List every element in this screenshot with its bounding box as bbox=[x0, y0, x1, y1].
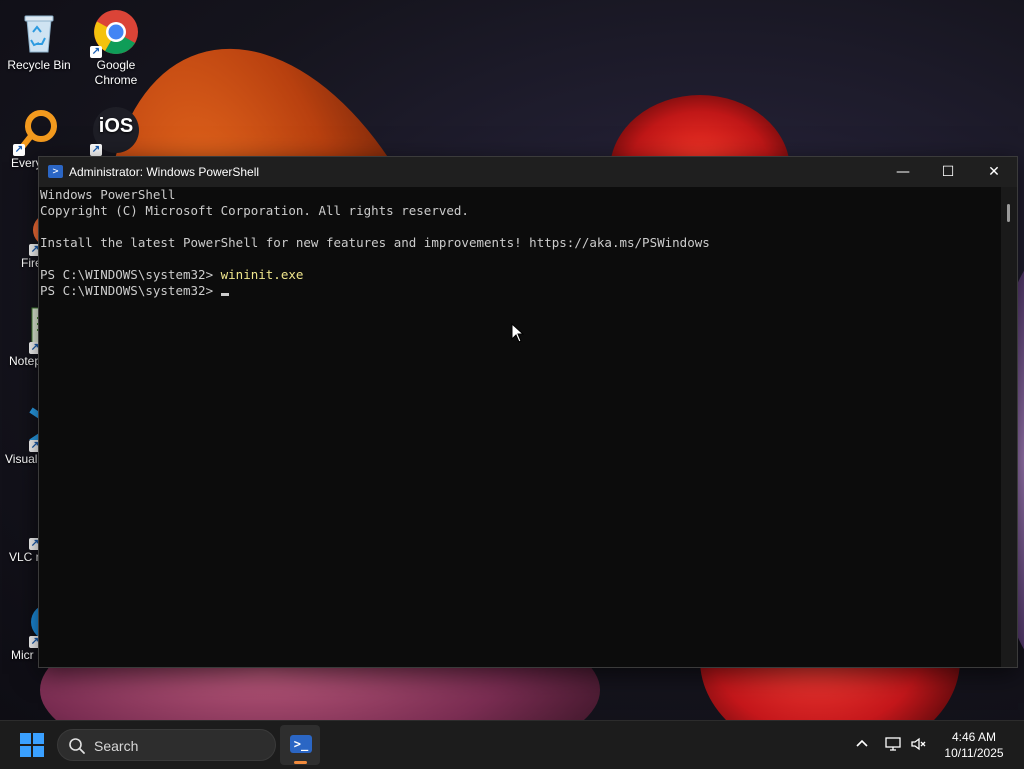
ios-icon-text: iOS bbox=[98, 115, 134, 137]
console-input-line[interactable]: PS C:\WINDOWS\system32> bbox=[40, 283, 1001, 299]
chrome-icon: ↗ bbox=[90, 8, 140, 58]
console-prompt: PS C:\WINDOWS\system32> bbox=[40, 283, 221, 298]
close-button[interactable]: ✕ bbox=[971, 157, 1017, 187]
chevron-up-icon[interactable] bbox=[853, 735, 871, 753]
console-scrollbar[interactable] bbox=[1001, 187, 1017, 667]
shortcut-arrow-icon: ↗ bbox=[90, 144, 102, 156]
clock-date: 10/11/2025 bbox=[944, 746, 1004, 760]
powershell-icon: >_ bbox=[290, 735, 312, 753]
console-line: Windows PowerShell bbox=[40, 187, 176, 202]
desktop-icon-recycle-bin[interactable]: Recycle Bin bbox=[1, 8, 77, 73]
windows-start-icon[interactable] bbox=[20, 733, 44, 757]
recycle-bin-icon bbox=[15, 8, 63, 56]
desktop-icon-label: Google Chrome bbox=[94, 58, 138, 87]
system-clock[interactable]: 4:46 AM 10/11/2025 bbox=[938, 729, 1010, 761]
text-cursor bbox=[220, 293, 229, 296]
powershell-icon: > bbox=[48, 165, 63, 178]
shortcut-arrow-icon: ↗ bbox=[13, 144, 25, 156]
powershell-window[interactable]: > Administrator: Windows PowerShell — ☐ … bbox=[38, 156, 1018, 668]
active-app-indicator bbox=[294, 761, 307, 764]
shortcut-arrow-icon: ↗ bbox=[90, 46, 102, 58]
console-prompt-line: PS C:\WINDOWS\system32> wininit.exe bbox=[40, 267, 1001, 283]
console-line: Install the latest PowerShell for new fe… bbox=[40, 235, 710, 250]
console-prompt: PS C:\WINDOWS\system32> bbox=[40, 267, 221, 282]
desktop-icon-label: Recycle Bin bbox=[7, 58, 71, 72]
console-command: wininit.exe bbox=[220, 267, 304, 282]
search-icon bbox=[69, 738, 85, 754]
window-title: Administrator: Windows PowerShell bbox=[69, 165, 260, 179]
desktop-icon-google-chrome[interactable]: ↗ Google Chrome bbox=[78, 8, 154, 88]
maximize-button[interactable]: ☐ bbox=[925, 157, 971, 187]
volume-muted-icon[interactable] bbox=[910, 735, 928, 753]
window-titlebar[interactable]: > Administrator: Windows PowerShell — ☐ … bbox=[39, 157, 1017, 187]
network-icon[interactable] bbox=[884, 735, 902, 753]
taskbar-powershell-button[interactable]: >_ bbox=[280, 725, 320, 765]
minimize-button[interactable]: — bbox=[880, 157, 926, 187]
search-placeholder: Search bbox=[94, 738, 139, 754]
scrollbar-thumb[interactable] bbox=[1007, 204, 1010, 222]
mouse-pointer-icon bbox=[511, 323, 525, 343]
taskbar-search-box[interactable]: Search bbox=[57, 729, 276, 761]
console-output[interactable]: Windows PowerShell Copyright (C) Microso… bbox=[39, 187, 1001, 667]
taskbar: Search >_ 4:46 AM 10/11/2025 bbox=[0, 720, 1024, 769]
console-line: Copyright (C) Microsoft Corporation. All… bbox=[40, 203, 469, 218]
clock-time: 4:46 AM bbox=[951, 730, 997, 744]
ios-icon: iOS ↗ bbox=[90, 106, 140, 156]
magnifier-icon: ↗ bbox=[13, 106, 63, 156]
desktop-icon-ios[interactable]: iOS ↗ bbox=[78, 106, 154, 156]
